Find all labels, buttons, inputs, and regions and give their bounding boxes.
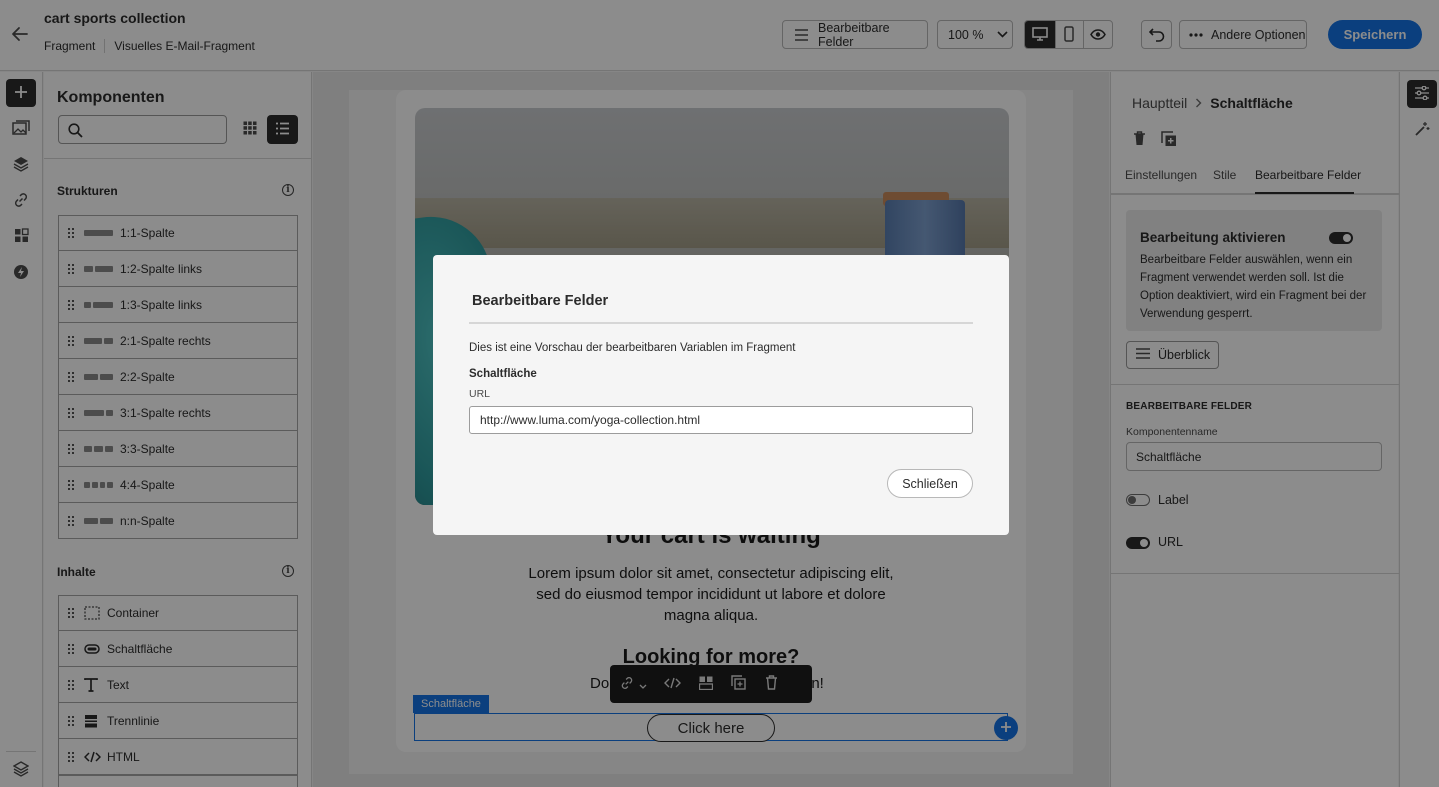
dialog-description: Dies ist eine Vorschau der bearbeitbaren… [469, 342, 796, 354]
dialog-section-heading: Schaltfläche [469, 368, 537, 380]
dialog-title: Bearbeitbare Felder [472, 293, 609, 309]
dialog-divider [469, 322, 973, 324]
url-field[interactable] [469, 406, 973, 434]
editable-fields-dialog: Bearbeitbare Felder Dies ist eine Vorsch… [433, 255, 1009, 535]
close-button[interactable]: Schließen [887, 469, 973, 498]
url-field-label: URL [469, 388, 491, 400]
